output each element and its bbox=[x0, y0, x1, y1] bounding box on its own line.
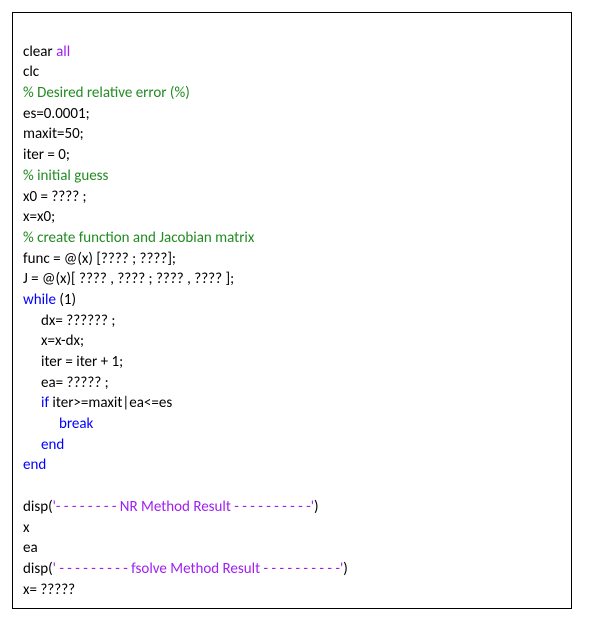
code-line: while (1) bbox=[23, 291, 76, 309]
code-comment: % Desired relative error (%) bbox=[23, 84, 190, 102]
code-line: dx= ?????? ; bbox=[23, 311, 115, 332]
code-line: break bbox=[23, 414, 93, 435]
code-line: clear all bbox=[23, 43, 70, 61]
code-line: end bbox=[23, 435, 64, 456]
code-line: end bbox=[23, 456, 46, 474]
code-line: x0 = ???? ; bbox=[23, 188, 87, 206]
code-line: iter = 0; bbox=[23, 146, 70, 164]
code-comment: % create function and Jacobian matrix bbox=[23, 229, 254, 247]
code-line: disp('- - - - - - - - NR Method Result -… bbox=[23, 498, 319, 516]
code-line: disp(' - - - - - - - - - fsolve Method R… bbox=[23, 560, 348, 578]
code-line: ea= ????? ; bbox=[23, 373, 109, 394]
code-line: x= ????? bbox=[23, 581, 75, 599]
code-line: iter = iter + 1; bbox=[23, 352, 123, 373]
code-line: x=x-dx; bbox=[23, 331, 84, 352]
code-line: clc bbox=[23, 63, 39, 81]
code-line: J = @(x)[ ???? , ???? ; ???? , ???? ]; bbox=[23, 270, 234, 288]
code-line: maxit=50; bbox=[23, 125, 84, 143]
code-line: func = @(x) [???? ; ????]; bbox=[23, 250, 176, 268]
code-line: if iter>=maxit|ea<=es bbox=[23, 393, 172, 414]
code-line: x bbox=[23, 519, 30, 537]
code-line: ea bbox=[23, 539, 38, 557]
code-line: x=x0; bbox=[23, 208, 55, 226]
code-comment: % initial guess bbox=[23, 167, 108, 185]
code-box: clear all clc % Desired relative error (… bbox=[12, 12, 572, 609]
code-line: es=0.0001; bbox=[23, 105, 90, 123]
